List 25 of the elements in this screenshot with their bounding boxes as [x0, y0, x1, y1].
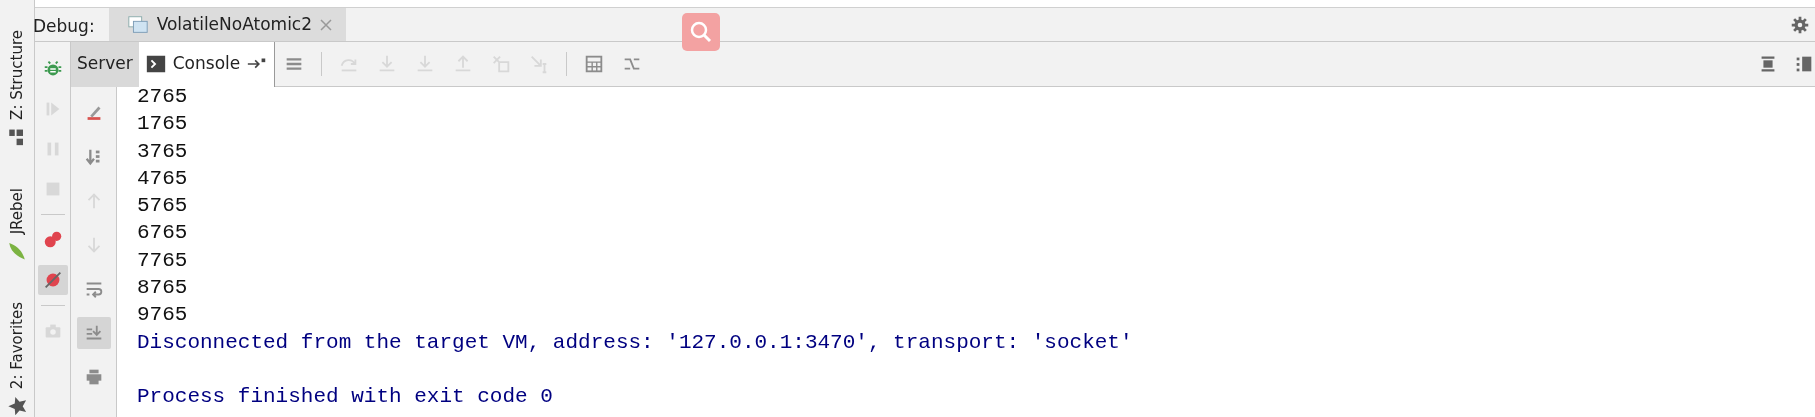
tool-window-tab[interactable]: Z: Structure — [5, 30, 29, 148]
mute-breakpoints-icon[interactable] — [37, 265, 68, 295]
output-line: 4765 — [137, 166, 188, 190]
output-line: 9765 — [137, 303, 188, 327]
run-tab[interactable]: VolatileNoAtomic2 — [108, 8, 347, 41]
output-line: 3765 — [137, 139, 188, 163]
output-line: 1765 — [137, 112, 188, 136]
panel-label: Debug: — [33, 15, 96, 38]
close-icon[interactable] — [320, 18, 333, 31]
star-icon — [6, 395, 28, 417]
terminal-icon — [144, 53, 167, 75]
output-line: 8765 — [137, 276, 188, 300]
console-tab[interactable]: Console — [138, 41, 276, 87]
output-line: 6765 — [137, 221, 188, 245]
tool-window-tab[interactable]: JRebel — [5, 187, 29, 263]
output-line: 7765 — [137, 248, 188, 272]
status-message: Process finished with exit code 0 — [137, 385, 553, 409]
tool-window-tab[interactable]: 2: Favorites — [5, 302, 29, 417]
output-line: 5765 — [137, 194, 188, 218]
scroll-to-end-icon[interactable] — [76, 317, 111, 349]
search-icon[interactable] — [682, 13, 720, 51]
window-icon — [126, 13, 149, 36]
status-message: Disconnected from the target VM, address: '127.0.0.1:3470', transport: 'socket' — [137, 330, 1133, 354]
console-tab[interactable]: Server — [71, 41, 139, 87]
output-line: 2765 — [137, 85, 188, 108]
